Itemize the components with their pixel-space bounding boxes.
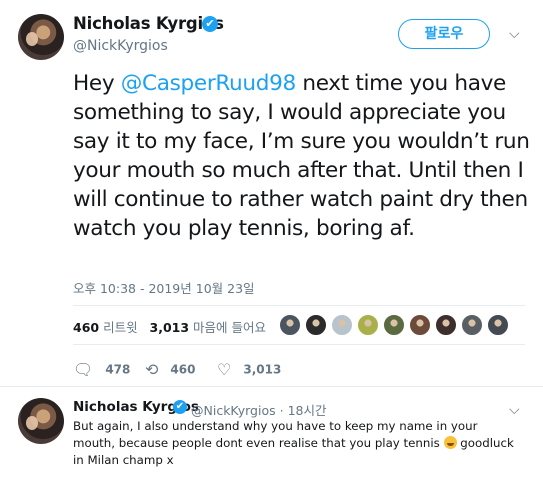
heart-icon[interactable]: ♡ xyxy=(217,360,231,379)
liker-avatar[interactable] xyxy=(409,314,431,336)
reply-time[interactable]: 18시간 xyxy=(288,403,327,418)
retweets-count[interactable]: 460 xyxy=(73,320,99,335)
meta-separator: · xyxy=(279,403,284,418)
liker-avatar[interactable] xyxy=(487,314,509,336)
liker-avatar[interactable] xyxy=(305,314,327,336)
retweet-count: 460 xyxy=(170,362,196,377)
divider xyxy=(73,305,525,306)
author-handle[interactable]: @NickKyrgios xyxy=(73,38,168,54)
liker-avatar[interactable] xyxy=(279,314,301,336)
reply-icon[interactable]: 🗨 xyxy=(73,360,93,379)
liker-avatar[interactable] xyxy=(331,314,353,336)
reply-meta: @NickKyrgios · 18시간 xyxy=(191,400,326,419)
liker-avatar[interactable] xyxy=(435,314,457,336)
chevron-down-icon[interactable]: ⌵ xyxy=(509,402,520,418)
liker-avatar[interactable] xyxy=(357,314,379,336)
author-avatar[interactable] xyxy=(18,14,64,60)
like-action[interactable]: ♡ 3,013 xyxy=(217,360,281,379)
reply-author-avatar[interactable] xyxy=(18,398,64,444)
like-count: 3,013 xyxy=(243,362,282,377)
tweet-stats: 460 리트윗 3,013 마음에 들어요 xyxy=(73,317,266,336)
chevron-down-icon[interactable]: ⌵ xyxy=(509,26,520,42)
likes-label[interactable]: 마음에 들어요 xyxy=(193,320,266,335)
liker-avatar[interactable] xyxy=(383,314,405,336)
divider xyxy=(73,344,525,345)
tweet-text-intro: Hey xyxy=(73,71,121,96)
mention-link[interactable]: @CasperRuud98 xyxy=(121,71,296,96)
reply-text: But again, I also understand why you hav… xyxy=(73,418,523,469)
verified-badge-icon: ✔ xyxy=(202,16,218,32)
retweets-label[interactable]: 리트윗 xyxy=(103,320,138,335)
retweet-icon[interactable]: ⟲ xyxy=(145,360,158,379)
tweet-text: Hey @CasperRuud98 next time you have som… xyxy=(73,69,535,243)
verified-badge-icon: ✔ xyxy=(173,400,187,414)
reply-action[interactable]: 🗨 478 xyxy=(73,360,130,379)
reply-text-body: But again, I also understand why you hav… xyxy=(73,419,478,450)
laughing-emoji-icon xyxy=(443,436,457,449)
tweet-timestamp[interactable]: 오후 10:38 - 2019년 10월 23일 xyxy=(73,278,255,297)
liker-avatar[interactable] xyxy=(461,314,483,336)
reply-count: 478 xyxy=(105,362,131,377)
follow-button[interactable]: 팔로우 xyxy=(398,19,490,49)
tweet-text-body: next time you have something to say, I w… xyxy=(73,71,530,241)
retweet-action[interactable]: ⟲ 460 xyxy=(145,360,195,379)
divider xyxy=(0,386,543,387)
likes-count[interactable]: 3,013 xyxy=(150,320,190,335)
reply-author-handle[interactable]: @NickKyrgios xyxy=(191,403,276,418)
